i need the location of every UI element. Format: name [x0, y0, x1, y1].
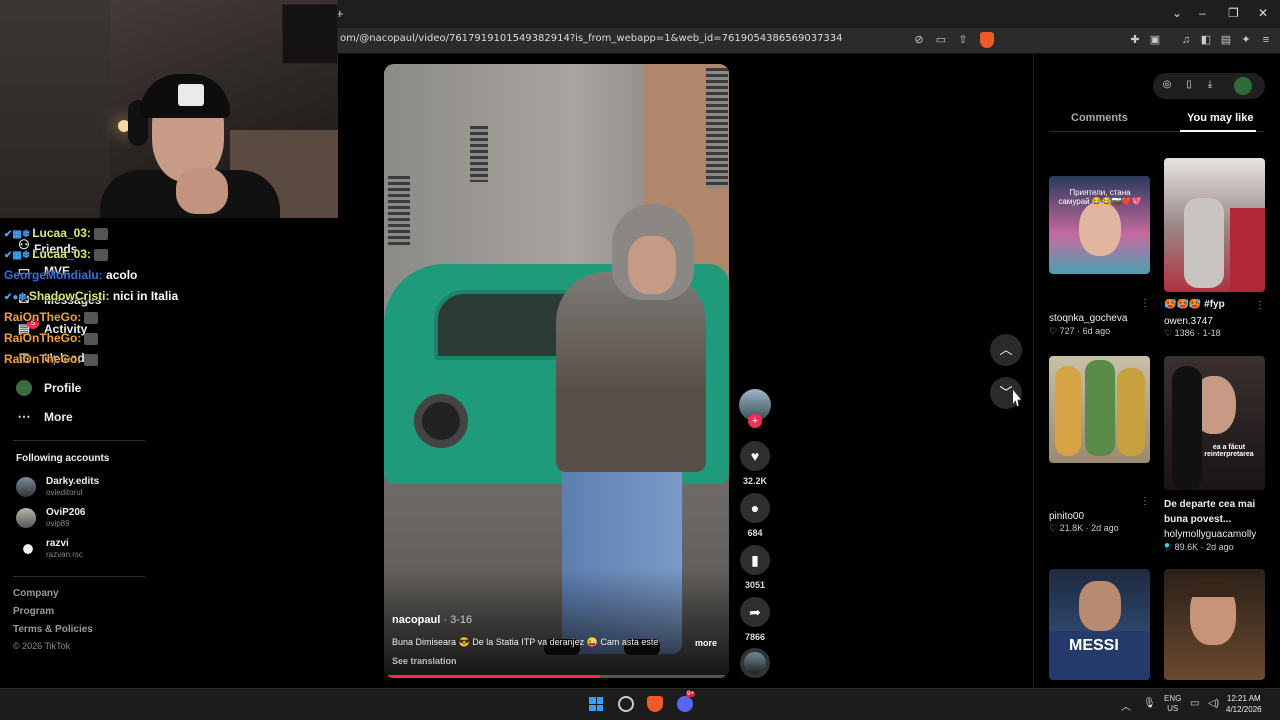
caption-more-button[interactable]: more: [695, 638, 717, 648]
account-ovip[interactable]: OviP206 ovip89: [16, 507, 85, 528]
tab-you-may-like[interactable]: You may like: [1187, 112, 1253, 124]
chat-message: GeorgeMondialu: acolo: [4, 268, 138, 282]
tab-search-icon[interactable]: ⌄: [1172, 6, 1182, 20]
like-count: 32.2K: [742, 476, 768, 486]
share-button[interactable]: ➦: [740, 597, 770, 627]
tray-chevron-icon[interactable]: ︿: [1121, 698, 1131, 713]
chat-message: ✔▦❄ Lucaa_03:: [4, 226, 108, 240]
divider: [13, 440, 145, 441]
account-razvi[interactable]: razvi razvan.rsc: [16, 538, 83, 559]
save-count: 3051: [744, 580, 766, 590]
cast-icon[interactable]: ▭: [934, 33, 948, 47]
chevron-up-icon: ︿: [999, 342, 1013, 357]
menu-icon[interactable]: ≡: [1259, 33, 1273, 47]
video-thumbnail[interactable]: Приятели, стана самурай 😂😂🇧🇬❤️💖: [1049, 176, 1150, 274]
clock[interactable]: 12:21 AM 4/12/2026: [1226, 693, 1262, 715]
music-icon[interactable]: ♫: [1179, 33, 1193, 47]
video-progress-bar[interactable]: [388, 675, 725, 678]
share-arrow-icon: ➦: [749, 604, 761, 620]
more-options-icon[interactable]: ⋮: [1140, 496, 1150, 507]
video-author[interactable]: stoqnka_gocheva: [1049, 313, 1149, 324]
video-author[interactable]: owen.3747: [1164, 316, 1264, 327]
chat-message: ✔▦❄ Lucaa_03:: [4, 247, 108, 261]
avatar: [16, 538, 36, 559]
sidebar-icon[interactable]: ◧: [1199, 33, 1213, 47]
phone-icon[interactable]: ▯: [1182, 79, 1196, 90]
minimize-button[interactable]: –: [1199, 6, 1206, 20]
more-icon: ⋯: [17, 409, 31, 424]
video-player[interactable]: nacopaul · 3-16 Buna Dimiseara 😎 De la S…: [384, 64, 729, 678]
chat-message: RaiOnTheGo:: [4, 352, 99, 366]
profile-icon: [16, 380, 32, 396]
download-icon[interactable]: ⤓: [1203, 79, 1217, 90]
user-avatar[interactable]: [1234, 77, 1252, 95]
brave-shield-icon[interactable]: [980, 32, 994, 48]
bookmark-icon: ▮: [751, 552, 759, 568]
music-disc-icon[interactable]: [740, 648, 770, 678]
nav-profile[interactable]: Profile: [16, 380, 81, 396]
previous-video-button[interactable]: ︿: [990, 334, 1022, 366]
footer-terms[interactable]: Terms & Policies: [13, 624, 93, 635]
video-thumbnail[interactable]: [1164, 569, 1265, 680]
taskbar: [0, 688, 1280, 720]
mic-icon[interactable]: 🎙: [1143, 698, 1156, 709]
extensions-icon[interactable]: ✚: [1128, 33, 1142, 47]
video-title[interactable]: De departe cea mai buna povest...: [1164, 497, 1260, 527]
video-thumbnail[interactable]: [1164, 158, 1265, 292]
avatar: [16, 507, 36, 528]
save-button[interactable]: ▮: [740, 545, 770, 575]
avatar: [16, 476, 36, 497]
follow-plus-icon[interactable]: +: [748, 414, 762, 428]
footer-company[interactable]: Company: [13, 588, 59, 599]
video-author[interactable]: nacopaul · 3-16: [392, 614, 472, 626]
close-window-button[interactable]: ✕: [1258, 6, 1268, 20]
copyright: © 2026 TikTok: [13, 641, 71, 651]
volume-icon[interactable]: ◁): [1208, 698, 1219, 709]
webcam-overlay: [0, 0, 338, 218]
divider: [13, 576, 145, 577]
url-text[interactable]: om/@nacopaul/video/7617919101549382914?i…: [340, 33, 843, 44]
active-tab-indicator: [1180, 130, 1256, 132]
video-thumbnail[interactable]: MESSI: [1049, 569, 1150, 680]
footer-program[interactable]: Program: [13, 606, 54, 617]
mute-icon[interactable]: ⊘: [912, 33, 926, 47]
windows-start-icon[interactable]: [589, 697, 603, 711]
obs-icon[interactable]: [618, 696, 634, 712]
chat-message: RaiOnTheGo:: [4, 331, 99, 345]
video-author[interactable]: pinito00: [1049, 511, 1149, 522]
comment-icon: ●: [750, 500, 760, 516]
video-title[interactable]: 🥵🥵🥵 #fyp: [1164, 299, 1264, 310]
network-icon[interactable]: ▭: [1190, 698, 1199, 709]
wallet2-icon[interactable]: ▤: [1219, 33, 1233, 47]
tab-comments[interactable]: Comments: [1071, 112, 1128, 124]
like-button[interactable]: ♥: [740, 441, 770, 471]
heart-icon: ♥: [750, 448, 760, 464]
maximize-button[interactable]: ❐: [1228, 6, 1239, 20]
following-header: Following accounts: [16, 453, 110, 464]
chat-message: RaiOnTheGo:: [4, 310, 99, 324]
chevron-down-icon: ﹀: [999, 385, 1013, 400]
comment-count: 684: [747, 528, 763, 538]
video-meta: ♡ 21.8K · 2d ago: [1049, 523, 1119, 533]
compass-icon[interactable]: ◎: [1160, 79, 1174, 90]
share-count: 7866: [744, 632, 766, 642]
video-meta: ♡ 89.6K · 2d ago: [1164, 542, 1234, 552]
share-icon[interactable]: ⇧: [956, 33, 970, 47]
see-translation-link[interactable]: See translation: [392, 656, 457, 666]
video-thumbnail[interactable]: ea a făcut reinterpretarea: [1164, 356, 1265, 490]
video-meta: ♡ 1386 · 1-18: [1164, 328, 1221, 338]
discord-icon[interactable]: 9+: [677, 691, 695, 712]
video-thumbnail[interactable]: [1049, 356, 1150, 463]
video-caption: Buna Dimiseara 😎 De la Statia ITP va der…: [392, 637, 659, 647]
brave-icon[interactable]: [647, 696, 663, 712]
more-options-icon[interactable]: ⋮: [1140, 298, 1150, 309]
comment-button[interactable]: ●: [740, 493, 770, 523]
language-indicator[interactable]: ENG US: [1164, 694, 1181, 714]
wallet-icon[interactable]: ▣: [1148, 33, 1162, 47]
leo-ai-icon[interactable]: ✦: [1239, 33, 1253, 47]
account-darky[interactable]: Darky.edits ovieditorul: [16, 476, 99, 497]
nav-more[interactable]: ⋯ More: [16, 409, 73, 425]
chat-message: ✔●❄ ShadowCristi: nici in Italia: [4, 289, 179, 303]
video-meta: ♡ 727 · 6d ago: [1049, 326, 1111, 336]
